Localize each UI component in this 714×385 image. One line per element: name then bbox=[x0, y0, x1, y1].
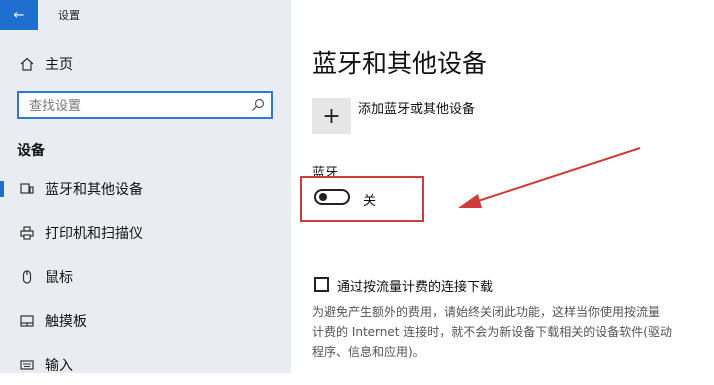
annotation-arrow bbox=[458, 147, 641, 208]
annotation-arrow-head bbox=[458, 194, 482, 208]
annotation-arrow-shaft bbox=[474, 147, 641, 203]
